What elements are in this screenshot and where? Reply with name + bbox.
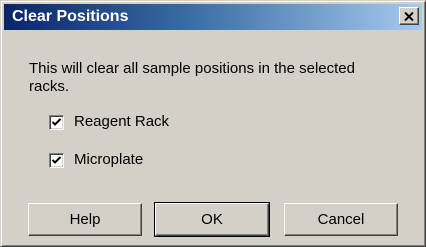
- reagent-rack-checkbox[interactable]: [49, 114, 64, 130]
- title-bar[interactable]: Clear Positions: [4, 4, 422, 30]
- microplate-label[interactable]: Microplate: [74, 151, 143, 169]
- help-button-label: Help: [69, 211, 101, 228]
- close-button[interactable]: [399, 7, 419, 25]
- clear-positions-dialog: Clear Positions This will clear all samp…: [0, 0, 426, 247]
- dialog-message: This will clear all sample positions in …: [29, 60, 355, 95]
- reagent-rack-option[interactable]: Reagent Rack: [49, 112, 169, 132]
- microplate-checkbox[interactable]: [49, 152, 64, 168]
- cancel-button[interactable]: Cancel: [284, 203, 398, 236]
- microplate-option[interactable]: Microplate: [49, 150, 143, 170]
- cancel-button-label: Cancel: [317, 211, 365, 228]
- help-button[interactable]: Help: [28, 203, 142, 236]
- ok-button-label: OK: [201, 211, 223, 228]
- ok-button[interactable]: OK: [154, 202, 270, 237]
- checkmark-icon: [52, 155, 61, 164]
- dialog-title: Clear Positions: [12, 8, 129, 25]
- checkmark-icon: [52, 117, 61, 126]
- close-icon: [404, 11, 414, 21]
- reagent-rack-label[interactable]: Reagent Rack: [74, 113, 169, 131]
